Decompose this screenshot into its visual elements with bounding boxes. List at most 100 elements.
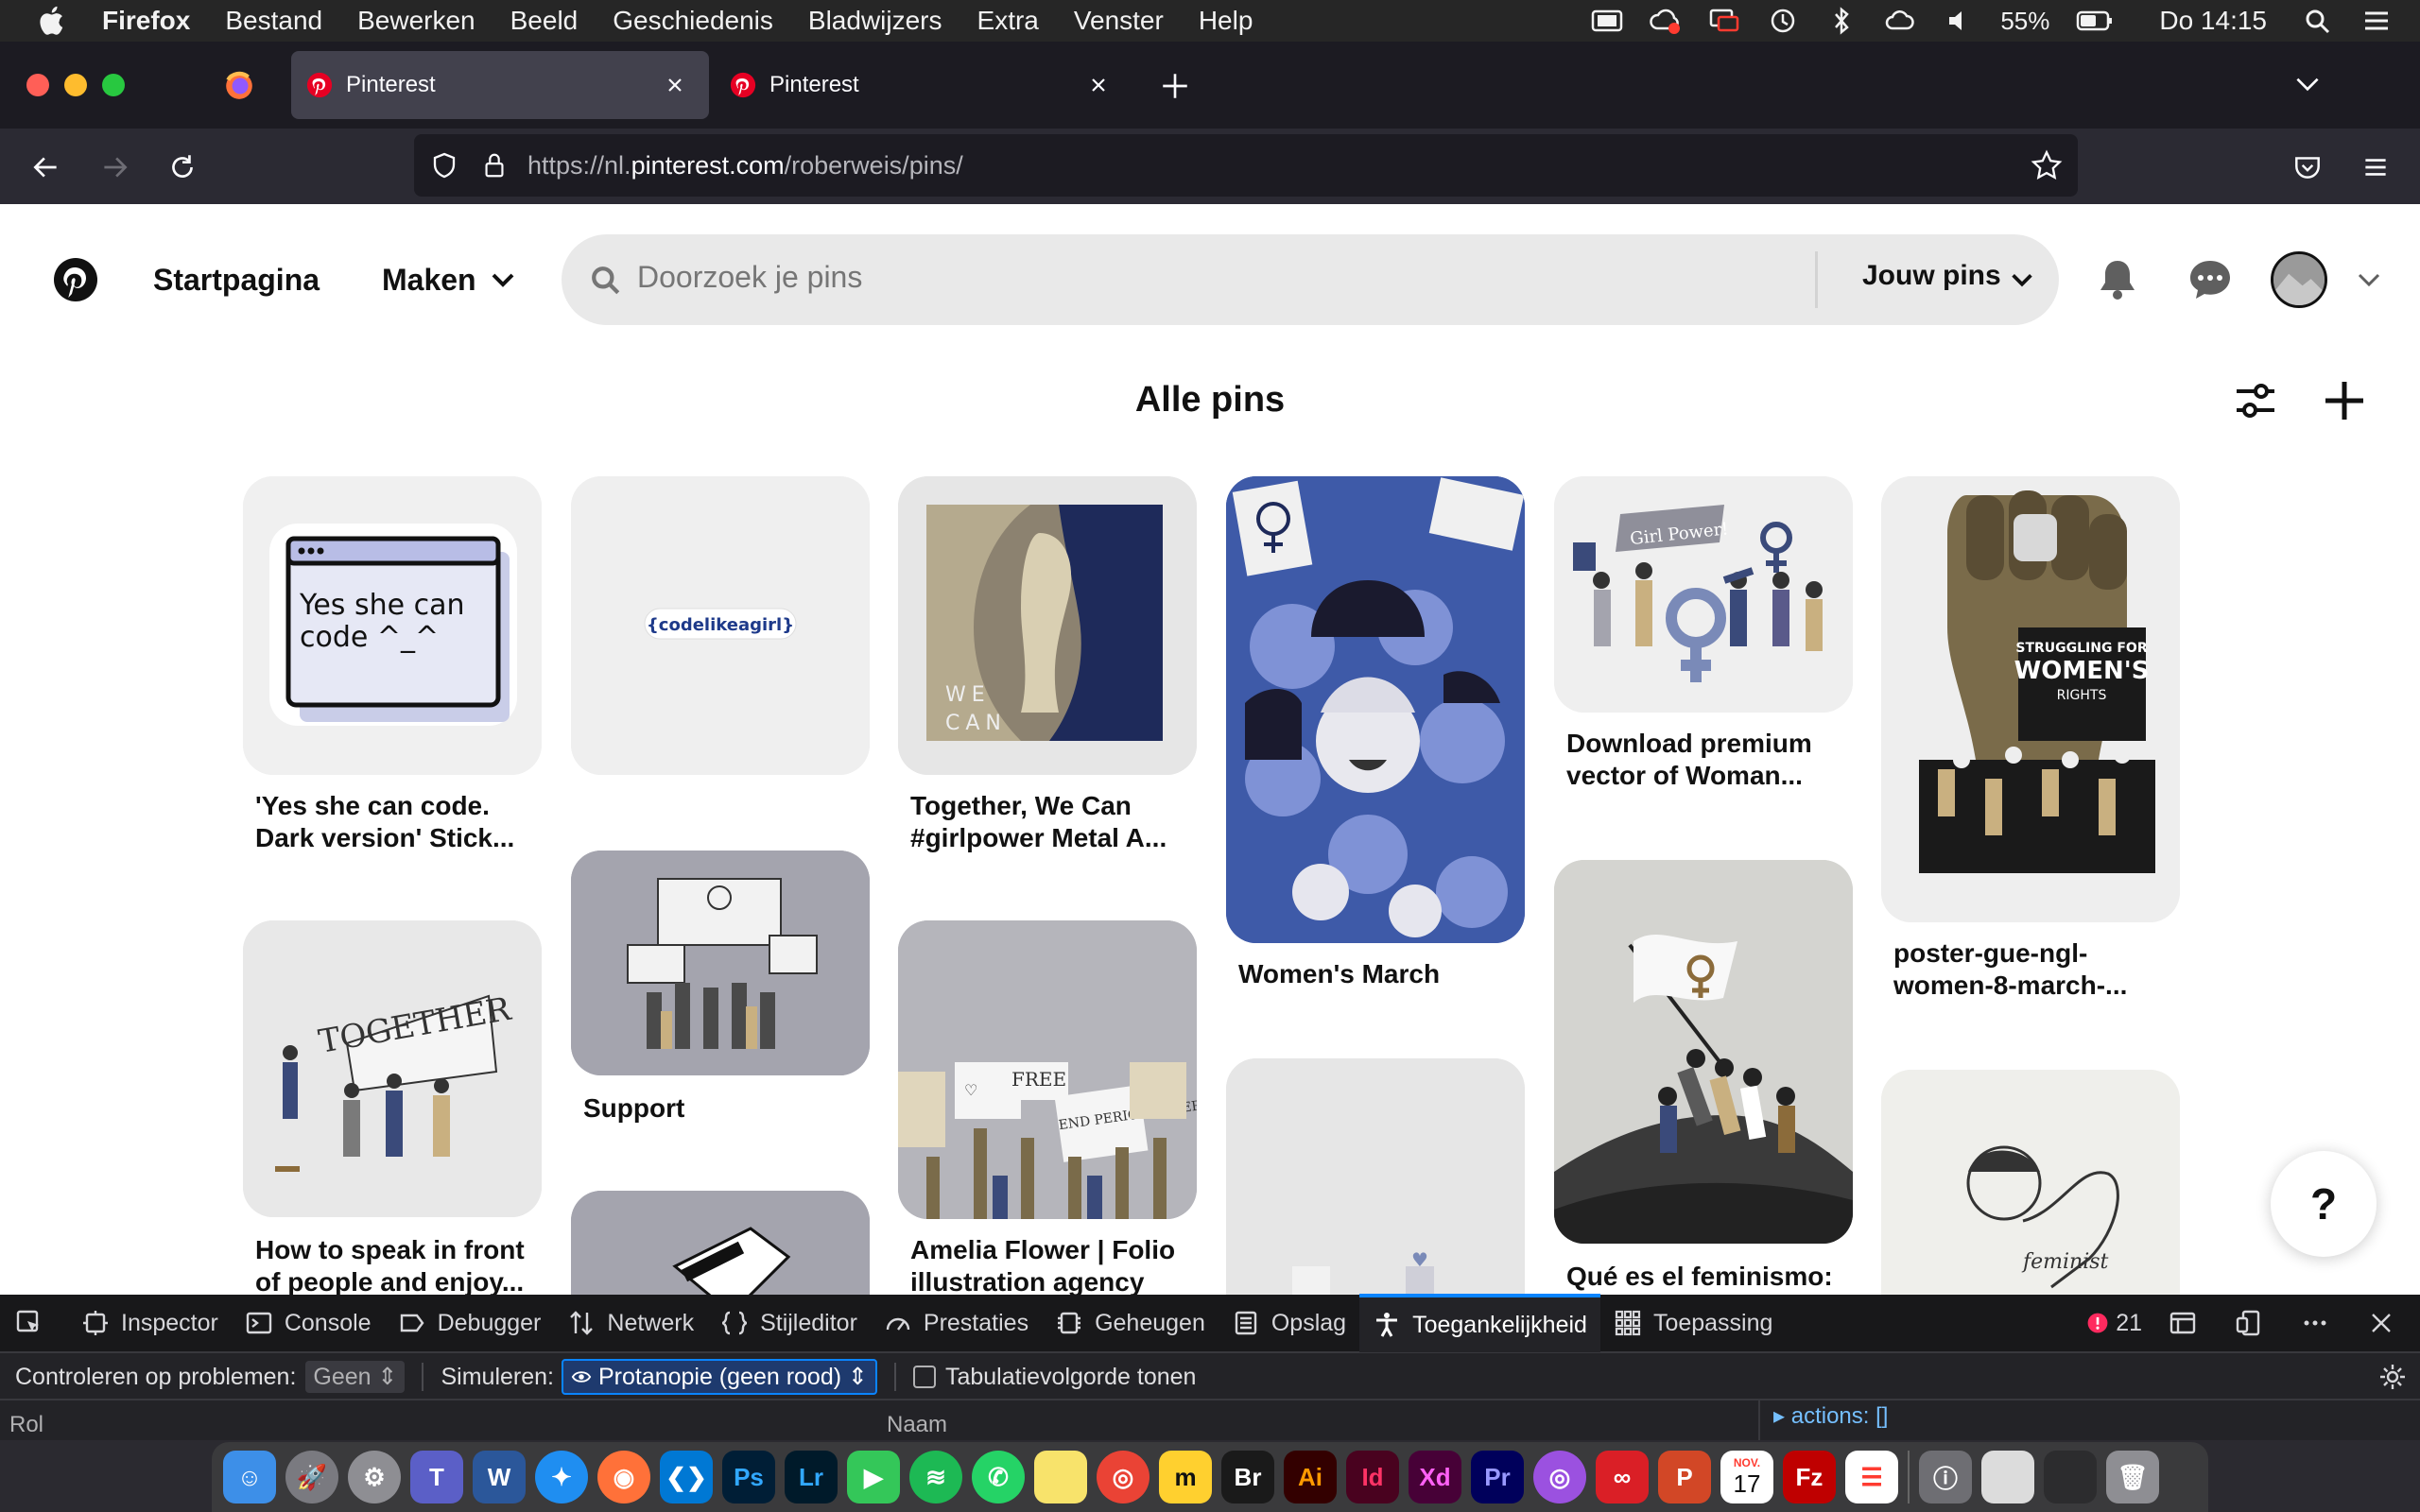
- responsive-design-button[interactable]: [2221, 1294, 2288, 1352]
- nav-create[interactable]: Maken: [382, 263, 476, 298]
- tab-list-chevron-icon[interactable]: [2291, 68, 2324, 100]
- dock-spotify-icon[interactable]: ≋: [909, 1451, 962, 1503]
- dock-bridge-icon[interactable]: Br: [1221, 1451, 1274, 1503]
- window-zoom-button[interactable]: [102, 74, 125, 96]
- new-tab-icon[interactable]: [1159, 70, 1191, 102]
- battery-icon[interactable]: [2074, 6, 2116, 36]
- tab-stijleditor[interactable]: Stijleditor: [707, 1294, 871, 1352]
- dock-reminders-icon[interactable]: ☰: [1845, 1451, 1898, 1503]
- scope-chevron-down-icon[interactable]: [2008, 266, 2036, 294]
- tracking-protection-shield-icon[interactable]: [429, 150, 459, 180]
- forward-icon[interactable]: [98, 151, 130, 183]
- tab-close-icon[interactable]: [1085, 72, 1112, 98]
- dock-powerpoint-icon[interactable]: P: [1658, 1451, 1711, 1503]
- tab-pinterest-active[interactable]: Pinterest: [291, 51, 709, 119]
- pin-title[interactable]: Support: [583, 1092, 867, 1125]
- devtools-menu-button[interactable]: [2288, 1294, 2354, 1352]
- url-bar[interactable]: https://nl.pinterest.com/roberweis/pins/: [414, 134, 2078, 197]
- pin-card[interactable]: TOGETHER: [243, 920, 542, 1217]
- search-scope-dropdown[interactable]: Jouw pins: [1862, 260, 2001, 292]
- pin-card[interactable]: {codelikeagirl}: [571, 476, 870, 775]
- bluetooth-icon[interactable]: [1824, 6, 1858, 36]
- split-console-button[interactable]: [2155, 1294, 2221, 1352]
- menu-bestand[interactable]: Bestand: [225, 6, 322, 36]
- creative-cloud-icon[interactable]: [1883, 6, 1917, 36]
- create-chevron-down-icon[interactable]: [488, 265, 518, 295]
- firefox-view-icon[interactable]: [223, 70, 255, 102]
- messages-icon[interactable]: [2187, 257, 2233, 302]
- pin-title[interactable]: Amelia Flower | Folio illustration agency: [910, 1234, 1194, 1295]
- control-center-icon[interactable]: [2360, 6, 2394, 36]
- bookmark-star-icon[interactable]: [2031, 149, 2063, 181]
- window-minimize-button[interactable]: [64, 74, 87, 96]
- dock-trash-icon[interactable]: 🗑: [2106, 1451, 2159, 1503]
- dock-chrome-icon[interactable]: ◎: [1097, 1451, 1150, 1503]
- menu-bladwijzers[interactable]: Bladwijzers: [808, 6, 942, 36]
- search-bar[interactable]: Doorzoek je pins Jouw pins: [562, 234, 2059, 325]
- pin-title[interactable]: Women's March: [1238, 958, 1522, 990]
- dock-miro-icon[interactable]: m: [1159, 1451, 1212, 1503]
- tab-toegankelijkheid[interactable]: Toegankelijkheid: [1359, 1294, 1600, 1352]
- dock-system-preferences-icon[interactable]: ⚙: [348, 1451, 401, 1503]
- dock-filezilla-icon[interactable]: Fz: [1783, 1451, 1836, 1503]
- sidebar-actions[interactable]: ▸ actions: []: [1773, 1402, 1888, 1430]
- account-chevron-down-icon[interactable]: [2354, 265, 2384, 295]
- app-menu-icon[interactable]: [2360, 151, 2392, 183]
- pin-title[interactable]: How to speak in front of people and enjoy…: [255, 1234, 539, 1295]
- dock-document-icon[interactable]: [1981, 1451, 2034, 1503]
- pin-card[interactable]: ♥: [1226, 1058, 1525, 1295]
- apple-menu-icon[interactable]: [36, 4, 70, 38]
- dock-teams-icon[interactable]: T: [410, 1451, 463, 1503]
- tab-geheugen[interactable]: Geheugen: [1042, 1294, 1219, 1352]
- add-pin-plus-icon[interactable]: [2322, 378, 2367, 423]
- pin-card[interactable]: [1226, 476, 1525, 943]
- dock-illustrator-icon[interactable]: Ai: [1284, 1451, 1337, 1503]
- dock-firefox-icon[interactable]: ◉: [597, 1451, 650, 1503]
- dock-facetime-icon[interactable]: ▶: [847, 1451, 900, 1503]
- pick-element-button[interactable]: [0, 1294, 68, 1352]
- menu-extra[interactable]: Extra: [977, 6, 1039, 36]
- pinterest-logo-icon[interactable]: [53, 257, 98, 302]
- reload-icon[interactable]: [166, 151, 199, 183]
- url-text[interactable]: https://nl.pinterest.com/roberweis/pins/: [527, 151, 963, 180]
- lock-icon[interactable]: [480, 151, 509, 180]
- settings-gear-icon[interactable]: [2378, 1363, 2407, 1391]
- menubar-clock[interactable]: Do 14:15: [2159, 6, 2267, 36]
- profile-avatar[interactable]: [2271, 251, 2327, 308]
- tab-pinterest[interactable]: Pinterest: [715, 51, 1132, 119]
- pin-card[interactable]: WE CAN: [898, 476, 1197, 775]
- pin-title[interactable]: Download premium vector of Woman...: [1566, 728, 1850, 792]
- devtools-close-button[interactable]: [2354, 1294, 2420, 1352]
- dock-photoshop-icon[interactable]: Ps: [722, 1451, 775, 1503]
- spotlight-search-icon[interactable]: [2301, 6, 2335, 36]
- tab-toepassing[interactable]: Toepassing: [1600, 1294, 1786, 1352]
- menu-venster[interactable]: Venster: [1074, 6, 1164, 36]
- check-issues-select[interactable]: Geen ⇕: [305, 1361, 406, 1393]
- pin-card[interactable]: Yes she can code ^_^: [243, 476, 542, 775]
- time-machine-icon[interactable]: [1766, 6, 1800, 36]
- tab-prestaties[interactable]: Prestaties: [871, 1294, 1042, 1352]
- pin-card[interactable]: STRUGGLING FOR WOMEN'S RIGHTS: [1881, 476, 2180, 922]
- pin-card[interactable]: ♡ FREE END PERIOD POVERTY: [898, 920, 1197, 1219]
- dock-notes-icon[interactable]: [1034, 1451, 1087, 1503]
- tab-opslag[interactable]: Opslag: [1219, 1294, 1359, 1352]
- dock-screenshot-icon[interactable]: [2044, 1451, 2097, 1503]
- pin-card[interactable]: [571, 850, 870, 1075]
- notifications-bell-icon[interactable]: [2095, 257, 2140, 302]
- pin-card[interactable]: feminist: [1881, 1070, 2180, 1295]
- dock-xd-icon[interactable]: Xd: [1409, 1451, 1461, 1503]
- help-button[interactable]: ?: [2271, 1151, 2377, 1257]
- tab-order-checkbox[interactable]: [912, 1366, 936, 1388]
- dock-calendar-icon[interactable]: NOV. 17: [1720, 1451, 1773, 1503]
- pin-title[interactable]: poster-gue-ngl-women-8-march-...: [1893, 937, 2177, 1002]
- menu-beeld[interactable]: Beeld: [510, 6, 579, 36]
- pin-card[interactable]: [571, 1191, 870, 1295]
- menu-geschiedenis[interactable]: Geschiedenis: [613, 6, 773, 36]
- back-icon[interactable]: [30, 151, 62, 183]
- volume-icon[interactable]: [1942, 6, 1976, 36]
- dock-indesign-icon[interactable]: Id: [1346, 1451, 1399, 1503]
- pin-title[interactable]: Qué es el feminismo:: [1566, 1261, 1850, 1293]
- window-icon[interactable]: [1590, 6, 1624, 36]
- tab-close-icon[interactable]: [662, 72, 688, 98]
- tab-debugger[interactable]: Debugger: [385, 1294, 555, 1352]
